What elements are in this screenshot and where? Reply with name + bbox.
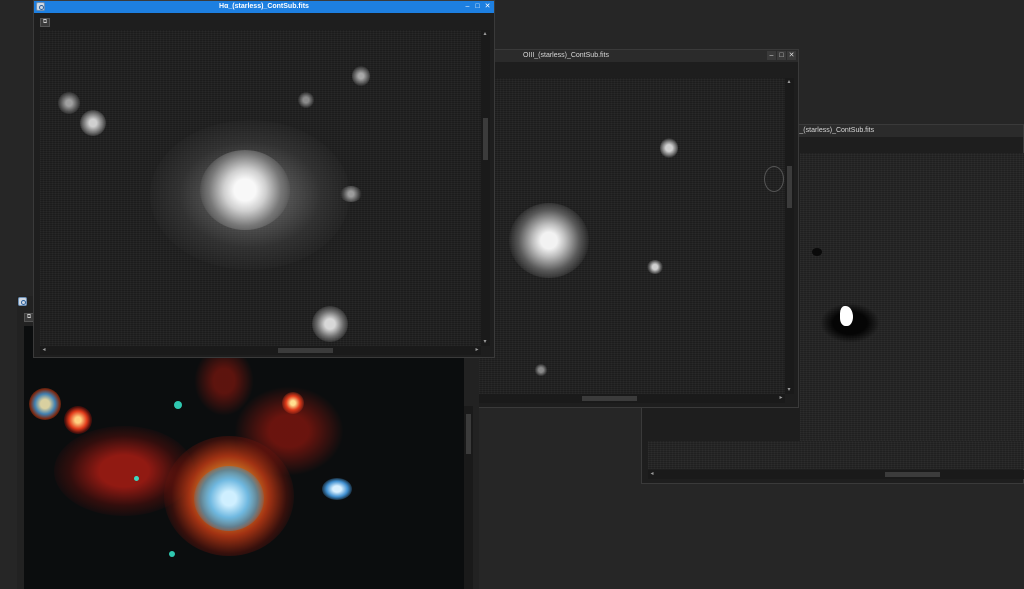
rgb-window-app-icon[interactable] — [18, 297, 27, 306]
ha-knot-4 — [340, 186, 362, 202]
ha-vertical-scrollbar[interactable]: ▴ ▾ — [481, 30, 490, 346]
ha-knot-2 — [58, 92, 80, 114]
oiii-vertical-scrollbar[interactable]: ▴ ▾ — [785, 78, 794, 394]
oiii-horizontal-scroll-thumb[interactable] — [582, 396, 637, 401]
sii-scroll-left-arrow[interactable]: ◂ — [648, 470, 656, 478]
ha-scroll-up-arrow[interactable]: ▴ — [481, 30, 489, 38]
ha-knot-5 — [312, 306, 348, 342]
oiii-window-title: OIII_(starless)_ContSub.fits — [523, 52, 609, 59]
ha-window[interactable]: Hα_(starless)_ContSub.fits – □ ✕ ⧉ ▴ ▾ ◂… — [33, 0, 495, 358]
rgb-nebula-core — [194, 466, 264, 531]
ha-window-controls: – □ ✕ — [463, 2, 492, 11]
oiii-scroll-right-arrow[interactable]: ▸ — [777, 394, 785, 402]
ha-knot-3 — [352, 66, 370, 86]
ha-knot-6 — [298, 92, 314, 108]
rgb-teal-spot-3 — [134, 476, 139, 481]
close-icon[interactable]: ✕ — [787, 51, 796, 60]
sii-image-view[interactable] — [800, 153, 1024, 469]
rgb-knot-right-1 — [282, 392, 304, 414]
rgb-teal-spot-1 — [174, 401, 182, 409]
view-options-icon[interactable]: ⧉ — [40, 18, 50, 27]
ha-vertical-scroll-thumb[interactable] — [483, 118, 488, 160]
ha-horizontal-scrollbar[interactable]: ◂ ▸ — [40, 346, 481, 355]
rgb-knot-left-1 — [29, 388, 61, 420]
rgb-vertical-scroll-thumb[interactable] — [466, 414, 471, 454]
ha-image-view[interactable] — [40, 30, 481, 346]
maximize-icon[interactable]: □ — [777, 51, 786, 60]
oiii-knot-2 — [647, 260, 663, 274]
ha-window-title: Hα_(starless)_ContSub.fits — [219, 3, 309, 10]
rgb-teal-spot-2 — [169, 551, 175, 557]
minimize-icon[interactable]: – — [463, 2, 472, 11]
sii-horizontal-scrollbar[interactable]: ◂ — [648, 470, 1024, 479]
oiii-knot-1 — [660, 138, 678, 158]
rgb-composite-image-view[interactable] — [24, 326, 464, 589]
sii-dark-spot — [812, 248, 822, 256]
minimize-icon[interactable]: – — [767, 51, 776, 60]
ha-scroll-right-arrow[interactable]: ▸ — [473, 346, 481, 354]
ha-knot-1 — [80, 110, 106, 136]
rgb-vertical-scrollbar[interactable] — [464, 406, 473, 589]
rgb-knot-left-2 — [64, 406, 92, 434]
oiii-knot-3 — [534, 364, 548, 376]
close-icon[interactable]: ✕ — [483, 2, 492, 11]
sii-image-view-lower[interactable] — [648, 441, 1024, 469]
ha-horizontal-scroll-thumb[interactable] — [278, 348, 333, 353]
sii-lower-noise — [648, 441, 1024, 469]
oiii-nebula-core — [509, 203, 589, 278]
sii-horizontal-scroll-thumb[interactable] — [885, 472, 940, 477]
ha-titlebar[interactable]: Hα_(starless)_ContSub.fits – □ ✕ — [34, 1, 494, 13]
rgb-knot-right-2 — [322, 478, 352, 500]
oiii-scroll-down-arrow[interactable]: ▾ — [785, 386, 793, 394]
ha-scroll-left-arrow[interactable]: ◂ — [40, 346, 48, 354]
ha-nebula-core — [200, 150, 290, 230]
oiii-scroll-up-arrow[interactable]: ▴ — [785, 78, 793, 86]
ha-scroll-down-arrow[interactable]: ▾ — [481, 338, 489, 346]
oiii-ring — [764, 166, 784, 192]
maximize-icon[interactable]: □ — [473, 2, 482, 11]
sii-bright-feature — [840, 306, 853, 326]
oiii-window-controls: – □ ✕ — [767, 51, 796, 60]
oiii-vertical-scroll-thumb[interactable] — [787, 166, 792, 208]
